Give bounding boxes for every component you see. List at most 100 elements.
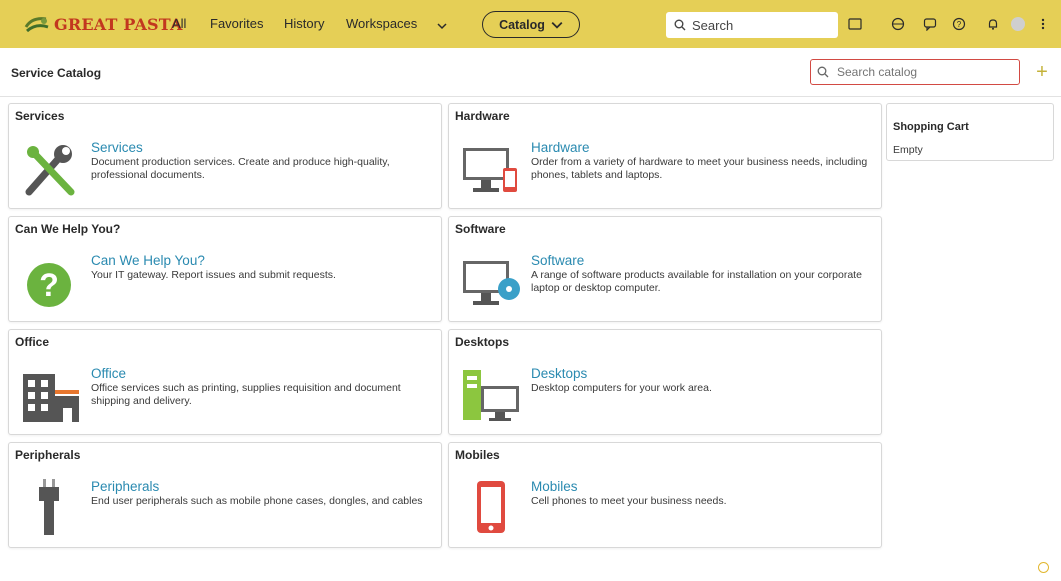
card-tool-icon[interactable] xyxy=(848,448,858,458)
card-tool-icon[interactable] xyxy=(408,109,418,119)
card-description: Desktop computers for your work area. xyxy=(531,382,712,394)
card-tool-icon[interactable] xyxy=(393,109,403,119)
plus-icon[interactable]: + xyxy=(1032,61,1052,83)
global-search-input[interactable]: Search xyxy=(666,12,838,38)
top-navigation-bar: GREAT PASTA All Favorites History Worksp… xyxy=(0,0,1061,48)
catalog-card-mobiles[interactable]: Mobiles Mobiles Cell phones to meet your… xyxy=(448,442,882,548)
nav-all[interactable]: All xyxy=(172,16,186,31)
nav-workspaces[interactable]: Workspaces xyxy=(346,16,417,31)
card-tool-icon[interactable] xyxy=(848,335,858,345)
card-title[interactable]: Hardware xyxy=(531,140,590,155)
catalog-card-office[interactable]: Office Office Office services such as pr… xyxy=(8,329,442,435)
card-header: Hardware xyxy=(455,109,510,123)
card-tools xyxy=(833,222,873,232)
catalog-card-peripherals[interactable]: Peripherals Peripherals End user periphe… xyxy=(8,442,442,548)
nav-history[interactable]: History xyxy=(284,16,324,31)
card-tools xyxy=(833,448,873,458)
shopping-cart-widget: Shopping Cart Empty xyxy=(886,103,1054,161)
card-tool-icon[interactable] xyxy=(863,109,873,119)
card-tool-icon[interactable] xyxy=(408,448,418,458)
monitor-phone-icon xyxy=(463,148,517,192)
building-icon xyxy=(23,374,79,422)
card-tools xyxy=(393,222,433,232)
logo[interactable]: GREAT PASTA xyxy=(24,11,183,37)
card-tools xyxy=(393,109,433,119)
catalog-search-input[interactable] xyxy=(835,64,1009,80)
page-title: Service Catalog xyxy=(11,66,102,80)
status-indicator-icon[interactable] xyxy=(1038,562,1049,573)
chevron-down-icon xyxy=(551,21,563,29)
card-tool-icon[interactable] xyxy=(833,448,843,458)
card-tool-icon[interactable] xyxy=(423,222,433,232)
svg-text:?: ? xyxy=(39,267,59,303)
card-tool-icon[interactable] xyxy=(393,222,403,232)
nav-favorites[interactable]: Favorites xyxy=(210,16,263,31)
card-title[interactable]: Mobiles xyxy=(531,479,578,494)
card-tool-icon[interactable] xyxy=(393,448,403,458)
card-tool-icon[interactable] xyxy=(408,222,418,232)
card-tool-icon[interactable] xyxy=(423,335,433,345)
card-header: Desktops xyxy=(455,335,510,349)
card-tools xyxy=(393,448,433,458)
catalog-card-services[interactable]: Services Services Document production se… xyxy=(8,103,442,209)
card-tool-icon[interactable] xyxy=(863,222,873,232)
catalog-card-hardware[interactable]: Hardware Hardware Order from a variety o… xyxy=(448,103,882,209)
monitor-disc-icon xyxy=(463,261,520,305)
card-description: Cell phones to meet your business needs. xyxy=(531,495,727,507)
card-tools xyxy=(393,335,433,345)
card-tool-icon[interactable] xyxy=(833,335,843,345)
card-description: Order from a variety of hardware to meet… xyxy=(531,156,868,181)
card-tool-icon[interactable] xyxy=(423,109,433,119)
card-title[interactable]: Desktops xyxy=(531,366,587,381)
tools-icon xyxy=(25,145,75,196)
header-divider xyxy=(0,96,1061,97)
card-header: Office xyxy=(15,335,50,349)
card-tool-icon[interactable] xyxy=(863,335,873,345)
card-header: Services xyxy=(15,109,65,123)
search-icon xyxy=(817,66,829,78)
globe-icon[interactable] xyxy=(889,15,907,33)
mobile-icon xyxy=(477,481,505,533)
chat-icon[interactable] xyxy=(921,15,939,33)
catalog-card-desktops[interactable]: Desktops Desktops Desktop computers for … xyxy=(448,329,882,435)
help-icon[interactable]: ? xyxy=(950,15,968,33)
card-title[interactable]: Office xyxy=(91,366,126,381)
card-description: End user peripherals such as mobile phon… xyxy=(91,495,423,507)
card-header: Peripherals xyxy=(15,448,81,462)
catalog-search-field[interactable] xyxy=(810,59,1020,85)
card-title[interactable]: Can We Help You? xyxy=(91,253,205,268)
desktop-icon xyxy=(463,370,519,421)
card-tool-icon[interactable] xyxy=(423,448,433,458)
card-header: Can We Help You? xyxy=(15,222,121,236)
card-tool-icon[interactable] xyxy=(408,335,418,345)
more-icon[interactable] xyxy=(1034,15,1052,33)
card-description: A range of software products available f… xyxy=(531,269,862,294)
catalog-card-software[interactable]: Software Software A range of software pr… xyxy=(448,216,882,322)
card-title[interactable]: Peripherals xyxy=(91,479,159,494)
catalog-card-can-we-help[interactable]: Can We Help You? ? Can We Help You? Your… xyxy=(8,216,442,322)
card-tool-icon[interactable] xyxy=(833,109,843,119)
card-title[interactable]: Software xyxy=(531,253,584,268)
card-tool-icon[interactable] xyxy=(848,222,858,232)
card-title[interactable]: Services xyxy=(91,140,143,155)
card-tool-icon[interactable] xyxy=(863,448,873,458)
catalog-button-label: Catalog xyxy=(499,17,545,32)
workspaces-dropdown-icon[interactable] xyxy=(433,17,451,35)
catalog-button[interactable]: Catalog xyxy=(482,11,580,38)
user-avatar[interactable] xyxy=(1009,15,1027,33)
card-tool-icon[interactable] xyxy=(393,335,403,345)
logo-text: GREAT PASTA xyxy=(54,14,183,34)
svg-text:?: ? xyxy=(957,20,962,29)
global-search-placeholder: Search xyxy=(692,17,734,33)
card-description: Office services such as printing, suppli… xyxy=(91,382,401,407)
search-submit-icon[interactable] xyxy=(846,15,864,33)
bell-icon[interactable] xyxy=(984,15,1002,33)
card-tool-icon[interactable] xyxy=(833,222,843,232)
card-tool-icon[interactable] xyxy=(848,109,858,119)
card-description: Document production services. Create and… xyxy=(91,156,390,181)
card-description: Your IT gateway. Report issues and submi… xyxy=(91,269,336,281)
card-header: Mobiles xyxy=(455,448,500,462)
pasta-logo-icon xyxy=(24,17,49,33)
cart-title: Shopping Cart xyxy=(893,121,969,133)
card-tools xyxy=(833,335,873,345)
